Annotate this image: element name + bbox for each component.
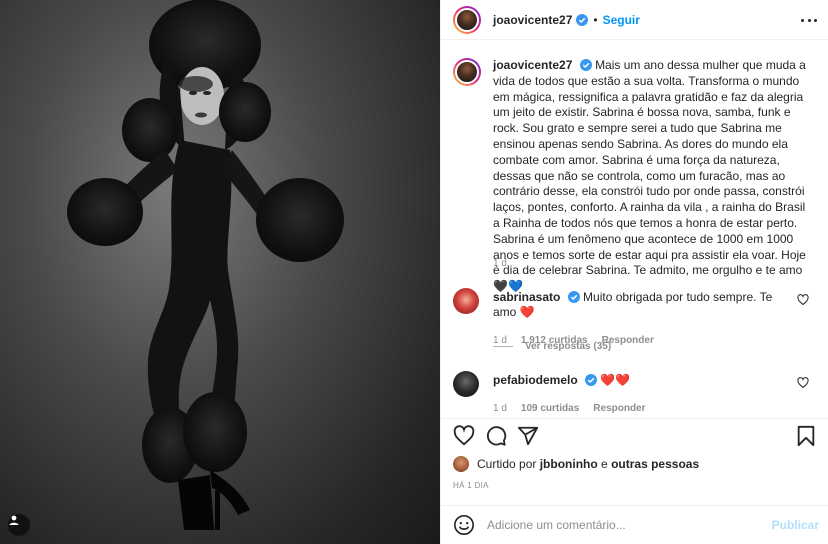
comment-icon[interactable] [485,425,507,447]
comment-time: 1 d [493,403,507,414]
header-separator: • [593,12,598,27]
liked-by-others[interactable]: outras pessoas [611,457,699,471]
caption-time: 1 d [493,258,507,269]
reply-button[interactable]: Responder [593,401,645,416]
tag-user-icon [9,515,19,525]
post-header: joaovicente27 • Seguir [441,0,828,40]
tag-user-button[interactable] [8,514,30,536]
liked-by: Curtido por jbboninho e outras pessoas [453,456,699,472]
caption-author-avatar[interactable] [453,58,481,86]
verified-badge-icon [585,374,598,386]
post-panel: joaovicente27 • Seguir joaovicente27 Mai… [440,0,828,544]
liked-by-avatar[interactable] [453,456,469,472]
view-replies-label: Ver respostas (35) [525,341,612,352]
verified-badge-icon [576,13,589,26]
liked-by-user[interactable]: jbboninho [540,457,598,471]
caption-author-username[interactable]: joaovicente27 [493,58,572,72]
author-username[interactable]: joaovicente27 [493,13,572,27]
follow-button[interactable]: Seguir [603,13,640,27]
comment-text: ❤️❤️ [600,373,631,387]
bookmark-icon[interactable] [795,425,817,447]
post-image[interactable] [0,0,440,544]
action-bar [441,418,828,452]
comment-input[interactable]: Adicione um comentário... [487,518,772,532]
comment-item: sabrinasato Muito obrigada por tudo semp… [453,288,819,348]
author-avatar[interactable] [453,5,481,34]
share-icon[interactable] [517,425,539,447]
emoji-icon[interactable] [453,514,475,536]
view-replies-button[interactable]: Ver respostas (35) [493,341,611,352]
liked-by-conjunction: e [601,457,608,471]
liked-by-prefix: Curtido por [477,457,537,471]
commenter-avatar[interactable] [453,371,479,397]
add-comment-bar: Adicione um comentário... Publicar [441,505,828,544]
heart-icon[interactable] [453,425,475,447]
caption-text: Mais um ano dessa mulher que muda a vida… [493,58,806,294]
publish-button[interactable]: Publicar [772,518,819,532]
posted-time: HÁ 1 DIA [453,481,489,490]
heart-icon[interactable] [797,294,809,306]
verified-badge-icon [567,291,580,303]
commenter-avatar[interactable] [453,288,479,314]
commenter-username[interactable]: sabrinasato [493,290,560,304]
post-photo-figure [67,0,344,530]
commenter-username[interactable]: pefabiodemelo [493,373,578,387]
comment-likes[interactable]: 109 curtidas [521,401,579,416]
verified-badge-icon [579,59,592,71]
comment-item: pefabiodemelo ❤️❤️ 1 d 109 curtidas Resp… [453,371,819,416]
more-options-icon[interactable] [801,12,817,28]
post-caption: joaovicente27 Mais um ano dessa mulher q… [453,58,819,295]
heart-icon[interactable] [797,377,809,389]
